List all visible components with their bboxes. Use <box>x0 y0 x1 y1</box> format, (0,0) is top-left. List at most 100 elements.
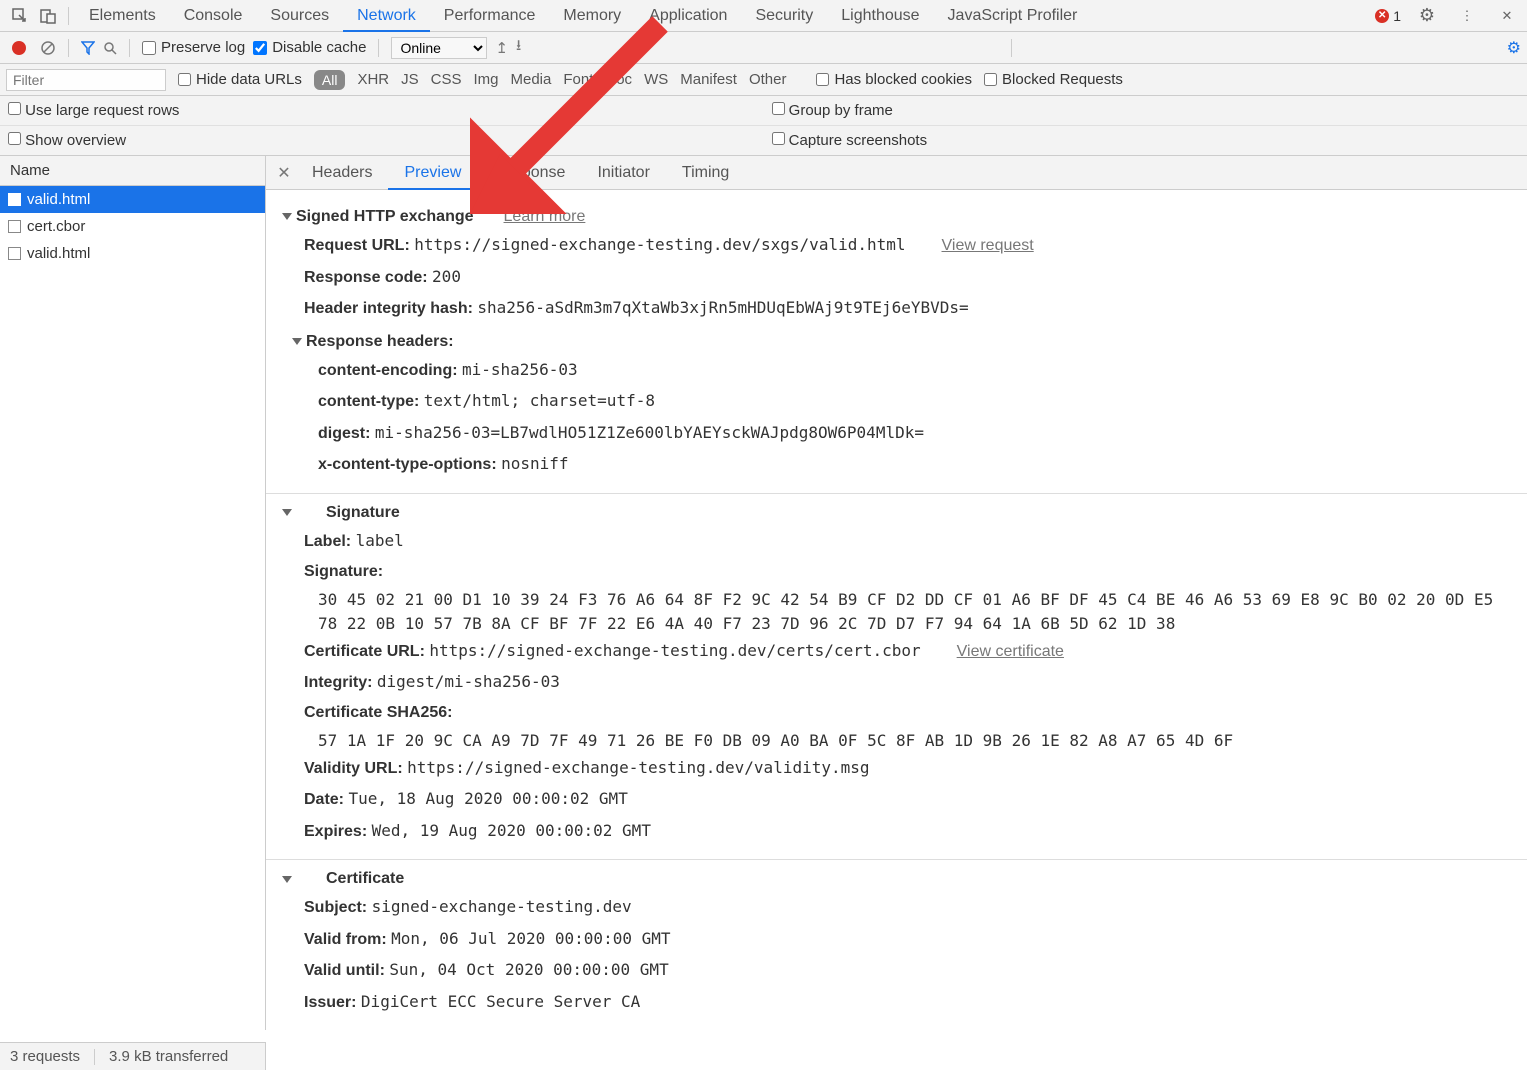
search-icon[interactable] <box>103 41 117 55</box>
inspect-icon[interactable] <box>10 6 30 26</box>
valid-from-value: Mon, 06 Jul 2020 00:00:00 GMT <box>391 929 670 948</box>
filter-input[interactable] <box>6 69 166 91</box>
preserve-log-checkbox[interactable]: Preserve log <box>142 39 245 56</box>
detail-pane: ✕ HeadersPreviewResponseInitiatorTiming … <box>266 156 1527 1030</box>
filter-icon[interactable] <box>81 41 95 55</box>
filter-type-doc[interactable]: Doc <box>605 71 632 88</box>
record-button[interactable] <box>12 41 26 55</box>
header-key: x-content-type-options: <box>318 456 497 473</box>
header-integrity-key: Header integrity hash: <box>304 300 473 317</box>
status-requests: 3 requests <box>10 1048 80 1065</box>
filter-bar: Hide data URLs All XHR JS CSS Img Media Font D… <box>0 64 1527 96</box>
response-header-row: content-type: text/html; charset=utf-8 <box>318 386 1511 417</box>
filter-type-all[interactable]: All <box>314 70 346 90</box>
detail-tab-preview[interactable]: Preview <box>388 156 477 190</box>
filter-types: XHR JS CSS Img Media Font Doc WS Manifest Other <box>357 71 786 88</box>
detail-tab-initiator[interactable]: Initiator <box>581 156 665 190</box>
request-row[interactable]: valid.html <box>0 186 265 213</box>
detail-tab-response[interactable]: Response <box>477 156 581 190</box>
has-blocked-cookies-checkbox[interactable]: Has blocked cookies <box>816 71 972 88</box>
tab-sources[interactable]: Sources <box>256 0 343 32</box>
kebab-icon[interactable]: ⋮ <box>1457 6 1477 26</box>
filter-type-media[interactable]: Media <box>511 71 552 88</box>
section-signature: Signature Label: label Signature: 30 45 … <box>266 494 1527 861</box>
signature-key: Signature: <box>304 563 383 580</box>
filter-type-js[interactable]: JS <box>401 71 419 88</box>
response-code-key: Response code: <box>304 269 428 286</box>
valid-until-value: Sun, 04 Oct 2020 00:00:00 GMT <box>389 960 668 979</box>
show-overview-checkbox[interactable]: Show overview <box>8 132 126 149</box>
error-count-badge[interactable]: ✕1 <box>1375 8 1401 24</box>
tab-network[interactable]: Network <box>343 0 430 32</box>
upload-icon[interactable]: ↥ <box>495 39 508 57</box>
request-list-header: Name <box>0 156 265 186</box>
expires-key: Expires: <box>304 823 367 840</box>
options-row-1: Use large request rows Group by frame <box>0 96 1527 126</box>
tab-container: ElementsConsoleSourcesNetworkPerformance… <box>75 0 1091 32</box>
show-overview-label: Show overview <box>25 132 126 149</box>
network-settings-icon[interactable]: ⚙ <box>1507 38 1521 58</box>
preserve-log-label: Preserve log <box>161 39 245 56</box>
label-key: Label: <box>304 533 351 550</box>
filter-type-font[interactable]: Font <box>563 71 593 88</box>
filter-type-xhr[interactable]: XHR <box>357 71 389 88</box>
blocked-requests-checkbox[interactable]: Blocked Requests <box>984 71 1123 88</box>
tab-security[interactable]: Security <box>741 0 827 32</box>
filter-type-manifest[interactable]: Manifest <box>680 71 737 88</box>
disclosure-triangle-icon[interactable] <box>292 338 302 345</box>
capture-screenshots-checkbox[interactable]: Capture screenshots <box>772 132 928 149</box>
large-rows-label: Use large request rows <box>25 102 179 119</box>
disclosure-triangle-icon[interactable] <box>282 509 292 516</box>
expires-value: Wed, 19 Aug 2020 00:00:02 GMT <box>372 821 651 840</box>
request-row[interactable]: cert.cbor <box>0 213 265 240</box>
request-row[interactable]: valid.html <box>0 240 265 267</box>
subject-key: Subject: <box>304 899 367 916</box>
tab-lighthouse[interactable]: Lighthouse <box>827 0 933 32</box>
close-icon[interactable]: ✕ <box>1497 6 1517 26</box>
group-by-frame-checkbox[interactable]: Group by frame <box>772 102 893 119</box>
disclosure-triangle-icon[interactable] <box>282 876 292 883</box>
network-toolbar: Preserve log Disable cache Online ↥ ⭳ ⚙ <box>0 32 1527 64</box>
request-name: cert.cbor <box>27 218 85 235</box>
gear-icon[interactable]: ⚙ <box>1417 6 1437 26</box>
group-frame-label: Group by frame <box>789 102 893 119</box>
tab-javascript-profiler[interactable]: JavaScript Profiler <box>934 0 1092 32</box>
file-icon <box>8 247 21 260</box>
hide-data-urls-checkbox[interactable]: Hide data URLs <box>178 71 302 88</box>
close-detail-icon[interactable]: ✕ <box>272 163 296 183</box>
response-headers-title: Response headers: <box>306 333 454 350</box>
filter-type-ws[interactable]: WS <box>644 71 668 88</box>
large-rows-checkbox[interactable]: Use large request rows <box>8 102 179 119</box>
filter-type-css[interactable]: CSS <box>431 71 462 88</box>
integrity-key: Integrity: <box>304 674 372 691</box>
disable-cache-checkbox[interactable]: Disable cache <box>253 39 366 56</box>
tab-elements[interactable]: Elements <box>75 0 170 32</box>
filter-type-other[interactable]: Other <box>749 71 787 88</box>
header-key: content-encoding: <box>318 362 458 379</box>
view-certificate-link[interactable]: View certificate <box>957 643 1064 660</box>
filter-type-img[interactable]: Img <box>473 71 498 88</box>
throttling-select[interactable]: Online <box>391 37 487 59</box>
tab-memory[interactable]: Memory <box>549 0 635 32</box>
download-icon[interactable]: ⭳ <box>516 35 521 60</box>
disable-cache-label: Disable cache <box>272 39 366 56</box>
device-toggle-icon[interactable] <box>38 6 58 26</box>
detail-tab-headers[interactable]: Headers <box>296 156 388 190</box>
view-request-link[interactable]: View request <box>942 237 1034 254</box>
file-icon <box>8 193 21 206</box>
error-icon: ✕ <box>1375 9 1389 23</box>
has-blocked-label: Has blocked cookies <box>834 71 972 88</box>
tab-application[interactable]: Application <box>635 0 741 32</box>
tab-performance[interactable]: Performance <box>430 0 550 32</box>
header-key: digest: <box>318 425 370 442</box>
clear-icon[interactable] <box>40 40 56 56</box>
tab-console[interactable]: Console <box>170 0 257 32</box>
detail-tab-timing[interactable]: Timing <box>666 156 745 190</box>
divider <box>94 1049 95 1065</box>
capture-ss-label: Capture screenshots <box>789 132 927 149</box>
header-value: mi-sha256-03 <box>462 360 578 379</box>
learn-more-link[interactable]: Learn more <box>504 204 586 230</box>
status-bar: 3 requests 3.9 kB transferred <box>0 1042 266 1070</box>
subject-value: signed-exchange-testing.dev <box>372 897 632 916</box>
disclosure-triangle-icon[interactable] <box>282 213 292 220</box>
